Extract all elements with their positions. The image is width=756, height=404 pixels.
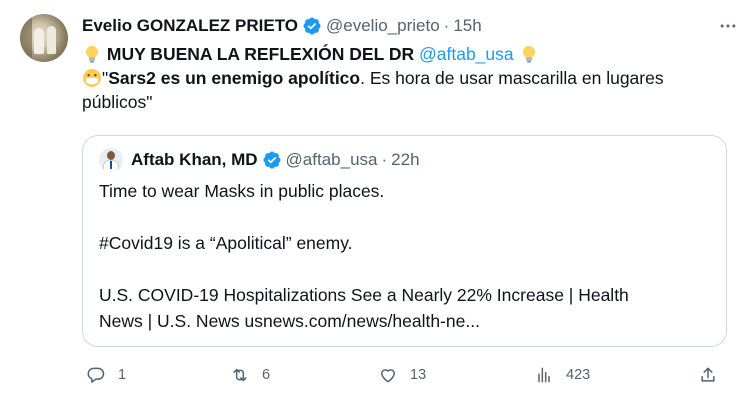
views-button[interactable]: 423 bbox=[534, 365, 590, 385]
tweet-content: Evelio GONZALEZ PRIETO @evelio_prieto · … bbox=[82, 14, 740, 347]
author-display-name[interactable]: Evelio GONZALEZ PRIETO bbox=[82, 14, 298, 38]
share-button[interactable] bbox=[698, 365, 718, 385]
separator-dot: · bbox=[381, 150, 388, 169]
share-icon bbox=[701, 367, 715, 382]
retweet-button[interactable]: 6 bbox=[230, 365, 270, 385]
mention-link[interactable]: @aftab_usa bbox=[419, 44, 514, 64]
like-count: 13 bbox=[410, 367, 427, 383]
quoted-link-text: News | U.S. News usnews.com/news/health-… bbox=[99, 311, 480, 331]
reply-button[interactable]: 1 bbox=[86, 365, 126, 385]
separator-dot: · bbox=[443, 16, 450, 35]
views-count: 423 bbox=[566, 367, 591, 383]
tweet[interactable]: Evelio GONZALEZ PRIETO @evelio_prieto · … bbox=[0, 0, 756, 404]
heart-icon bbox=[381, 369, 395, 383]
avatar-figure bbox=[34, 28, 44, 54]
tweet-text-line-1: MUY BUENA LA REFLEXIÓN DEL DR @aftab_usa bbox=[82, 42, 740, 66]
quoted-tweet-time: 22h bbox=[391, 150, 420, 169]
quoted-text-paragraph: Time to wear Masks in public places. bbox=[99, 181, 385, 201]
quoted-author-display-name: Aftab Khan, MD bbox=[131, 150, 258, 169]
tweet-header: Evelio GONZALEZ PRIETO @evelio_prieto · … bbox=[82, 14, 740, 38]
retweet-count: 6 bbox=[262, 367, 271, 383]
retweet-icon bbox=[233, 368, 247, 382]
quoted-author-handle: @aftab_usa bbox=[285, 150, 378, 169]
quoted-link-text: U.S. COVID-19 Hospitalizations See a Nea… bbox=[99, 285, 629, 305]
quoted-tweet[interactable]: Aftab Khan, MD @aftab_usa · 22h Time to … bbox=[82, 135, 727, 347]
views-chart-icon bbox=[538, 367, 550, 383]
tweet-text-line-3: públicos" bbox=[82, 92, 153, 112]
more-options-icon[interactable] bbox=[716, 14, 740, 38]
light-bulb-icon bbox=[86, 45, 98, 63]
tweet-text-headline: MUY BUENA LA REFLEXIÓN DEL DR bbox=[106, 44, 415, 64]
tweet-time[interactable]: 15h bbox=[453, 14, 481, 38]
tweet-text-bold: Sars2 es un enemigo apolítico bbox=[108, 68, 361, 88]
tweet-text-line-2: "Sars2 es un enemigo apolítico. Es hora … bbox=[82, 66, 740, 90]
reply-icon bbox=[87, 367, 105, 383]
quoted-tweet-body: Time to wear Masks in public places. #Co… bbox=[99, 178, 712, 334]
quoted-tweet-header: Aftab Khan, MD @aftab_usa · 22h bbox=[99, 148, 712, 172]
light-bulb-icon bbox=[522, 45, 535, 63]
verified-badge-icon bbox=[263, 151, 281, 169]
reply-count: 1 bbox=[118, 367, 127, 383]
quoted-author-avatar bbox=[99, 148, 123, 172]
like-button[interactable]: 13 bbox=[378, 365, 426, 385]
avatar-background bbox=[20, 14, 32, 62]
quoted-text-paragraph: #Covid19 is a “Apolitical” enemy. bbox=[99, 233, 353, 253]
tweet-actions: 1 6 13 423 bbox=[86, 362, 726, 388]
verified-badge-icon bbox=[303, 17, 321, 35]
mask-face-icon bbox=[83, 69, 101, 87]
avatar-figure bbox=[47, 26, 56, 54]
author-avatar[interactable] bbox=[20, 14, 68, 62]
author-handle[interactable]: @evelio_prieto bbox=[326, 14, 440, 38]
tweet-text: . Es hora de usar mascarilla en lugares bbox=[360, 68, 664, 88]
